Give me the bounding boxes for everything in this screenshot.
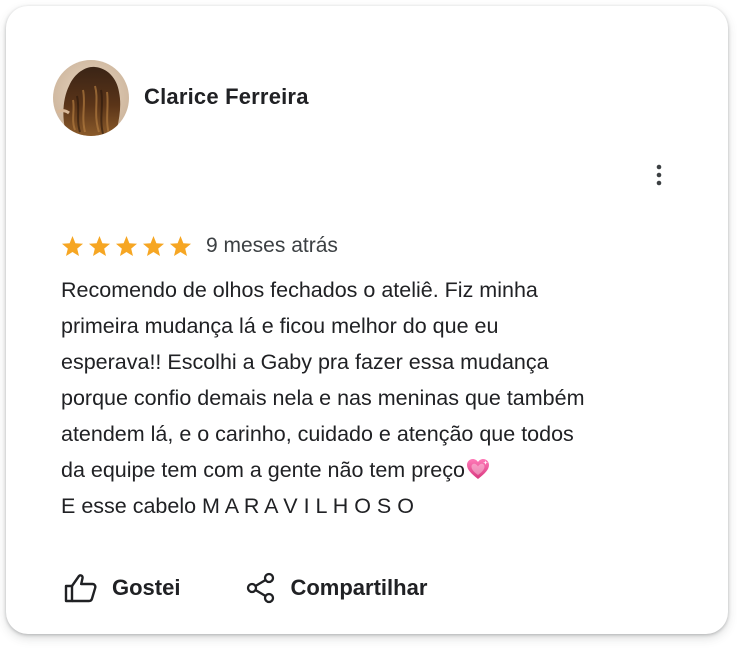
review-date: 9 meses atrás	[206, 234, 338, 257]
review-card: Clarice Ferreira 9 meses atrás Recomendo…	[6, 6, 728, 634]
review-text-line-with-emoji: da equipe tem com a gente não tem preço	[61, 452, 701, 488]
more-options-button[interactable]	[642, 158, 676, 192]
author-name[interactable]: Clarice Ferreira	[144, 84, 309, 110]
review-text-line: esperava!! Escolhi a Gaby pra fazer essa…	[61, 350, 549, 374]
rating-row: 9 meses atrás	[61, 232, 338, 260]
star-icon	[115, 235, 138, 257]
avatar[interactable]	[53, 60, 129, 136]
like-button[interactable]: Gostei	[64, 573, 180, 603]
star-icon	[61, 235, 84, 257]
review-actions: Gostei Compartilhar	[64, 572, 427, 604]
more-vertical-icon	[656, 164, 662, 186]
heart-emoji-icon	[466, 459, 489, 479]
star-icon	[88, 235, 111, 257]
share-icon	[246, 572, 276, 604]
like-label: Gostei	[112, 575, 181, 600]
star-rating	[61, 235, 196, 257]
share-label: Compartilhar	[290, 575, 428, 600]
review-text-line: da equipe tem com a gente não tem preço	[61, 458, 465, 482]
review-text: Recomendo de olhos fechados o ateliê. Fi…	[61, 272, 701, 524]
review-text-line: atendem lá, e o carinho, cuidado e atenç…	[61, 422, 574, 446]
star-icon	[142, 235, 165, 257]
review-text-line: porque confio demais nela e nas meninas …	[61, 386, 585, 410]
review-text-line: E esse cabelo M A R A V I L H O S O	[61, 494, 414, 518]
review-text-line: Recomendo de olhos fechados o ateliê. Fi…	[61, 278, 538, 302]
thumbs-up-icon	[64, 573, 98, 603]
share-button[interactable]: Compartilhar	[246, 572, 427, 604]
review-text-line: primeira mudança lá e ficou melhor do qu…	[61, 314, 499, 338]
star-icon	[169, 235, 192, 257]
